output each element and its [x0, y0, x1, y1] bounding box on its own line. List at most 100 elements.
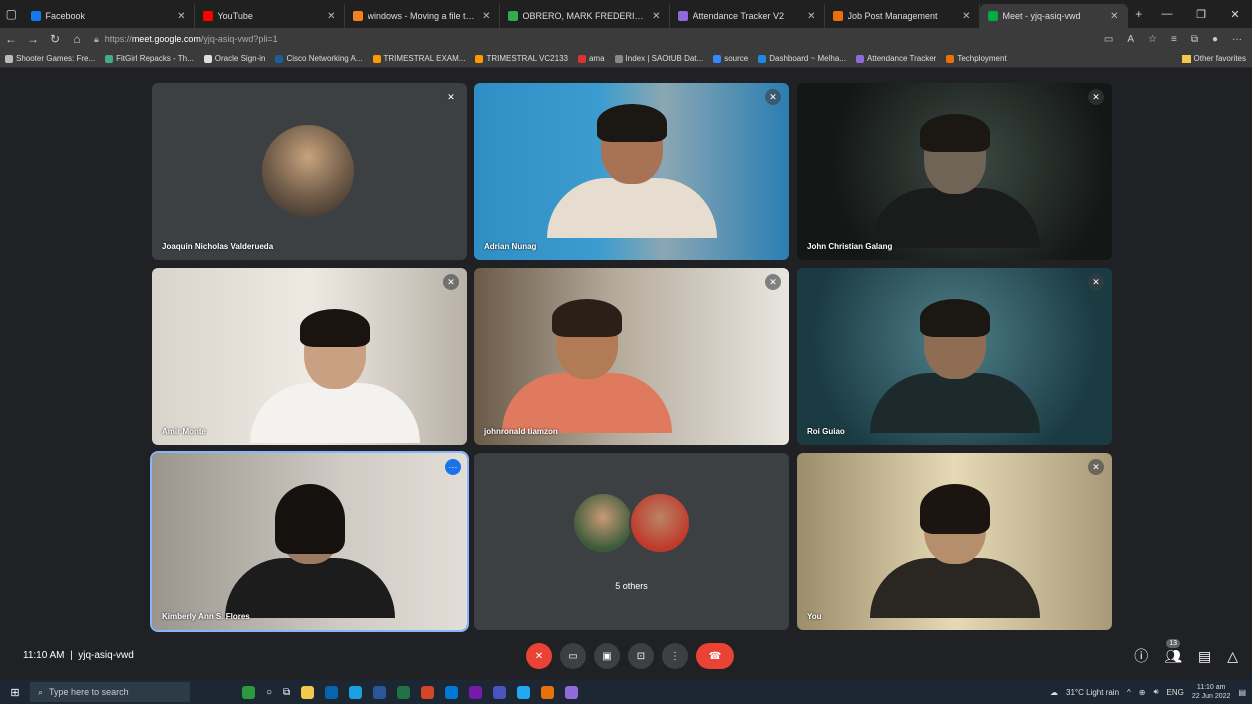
task-view-icon[interactable]: ⧉ — [283, 687, 290, 698]
onenote-icon[interactable] — [469, 685, 483, 699]
teams-icon[interactable] — [493, 685, 507, 699]
tab-drive[interactable]: OBRERO, MARK FREDERICK B. N ✕ — [500, 4, 670, 28]
restore-icon[interactable]: ❐ — [1184, 8, 1218, 21]
bookmark-label: Attendance Tracker — [866, 54, 937, 63]
close-icon[interactable]: ✕ — [482, 11, 490, 22]
participant-tile[interactable]: ✕ Adrian Nunag — [474, 83, 789, 260]
close-icon[interactable]: ✕ — [807, 11, 815, 22]
close-window-icon[interactable]: ✕ — [1218, 8, 1252, 21]
participant-tile[interactable]: ✕ johnronald tiamzon — [474, 268, 789, 445]
search-icon: ⌕ — [38, 686, 44, 697]
tab-label: Meet - yjq-asiq-vwd — [1002, 11, 1081, 21]
weather-text[interactable]: 31°C Light rain — [1066, 688, 1119, 697]
bookmark[interactable]: FitGirl Repacks - Th... — [100, 54, 199, 63]
close-icon[interactable]: ✕ — [177, 11, 185, 22]
edge-icon[interactable] — [349, 685, 363, 699]
bookmark[interactable]: ama — [573, 54, 610, 63]
profile-icon[interactable]: ● — [1212, 34, 1218, 45]
others-tile[interactable]: 5 others — [474, 453, 789, 630]
close-icon[interactable]: ✕ — [327, 11, 335, 22]
bookmark[interactable]: Oracle Sign-in — [199, 54, 271, 63]
favorites-list-icon[interactable]: ≡ — [1171, 34, 1177, 45]
present-button[interactable]: ⊡ — [628, 643, 654, 669]
bookmark[interactable]: Shooter Games: Fre... — [0, 54, 100, 63]
participant-tile[interactable]: ✕ John Christian Galang — [797, 83, 1112, 260]
participant-tile[interactable]: ✕ You — [797, 453, 1112, 630]
new-tab-icon[interactable]: + — [1128, 0, 1151, 28]
notifications-icon[interactable]: ▤ — [1238, 688, 1246, 697]
windows-start-icon[interactable]: ⊞ — [0, 686, 30, 699]
people-button[interactable]: 13 👥︎ — [1164, 638, 1182, 665]
captions-button[interactable]: ▣ — [594, 643, 620, 669]
other-favorites[interactable]: Other favorites — [1181, 54, 1252, 63]
tab-meet[interactable]: Meet - yjq-asiq-vwd ✕ — [979, 4, 1128, 28]
cortana-icon[interactable]: ○ — [266, 687, 272, 698]
tab-attendance[interactable]: Attendance Tracker V2 ✕ — [670, 4, 825, 28]
tab-facebook[interactable]: Facebook ✕ — [23, 4, 195, 28]
bookmark[interactable]: source — [708, 54, 753, 63]
mic-toggle-button[interactable]: ✕ — [526, 643, 552, 669]
windows-taskbar: ⊞ ⌕ Type here to search ○ ⧉ ☁ 31°C Light… — [0, 680, 1252, 704]
more-icon[interactable]: ··· — [1232, 34, 1242, 45]
bookmark[interactable]: Techployment — [941, 54, 1011, 63]
clock-time: 11:10 am — [1196, 684, 1226, 691]
app-icon[interactable] — [565, 685, 579, 699]
tab-actions-icon[interactable]: ▢ — [0, 0, 23, 28]
participant-name: johnronald tiamzon — [484, 427, 558, 436]
home-icon[interactable]: ⌂ — [66, 32, 88, 46]
forward-icon[interactable]: → — [22, 32, 44, 46]
favorite-icon[interactable]: ☆ — [1148, 34, 1157, 45]
refresh-icon[interactable]: ↻ — [44, 32, 66, 46]
participant-tile[interactable]: ✕ Joaquin Nicholas Valderueda — [152, 83, 467, 260]
read-aloud-icon[interactable]: A — [1127, 34, 1134, 45]
more-options-icon[interactable]: ··· — [445, 459, 461, 475]
camera-toggle-button[interactable]: ▭ — [560, 643, 586, 669]
bookmark-icon — [105, 54, 114, 63]
language-indicator[interactable]: ENG — [1167, 688, 1184, 697]
more-options-button[interactable]: ⋮ — [662, 643, 688, 669]
app-icon[interactable] — [541, 685, 555, 699]
vscode-icon[interactable] — [517, 685, 531, 699]
taskbar-clock[interactable]: 11:10 am 22 Jun 2022 — [1192, 683, 1231, 701]
app-icon[interactable] — [242, 685, 255, 699]
outlook-icon[interactable] — [445, 685, 459, 699]
camera-permission-icon[interactable]: ▭ — [1104, 34, 1113, 45]
bookmark[interactable]: TRIMESTRAL EXAM... — [368, 54, 471, 63]
close-icon[interactable]: ✕ — [962, 11, 970, 22]
meeting-time: 11:10 AM — [23, 650, 65, 661]
meeting-details-button[interactable]: ⓘ — [1134, 646, 1148, 666]
activities-button[interactable]: △ — [1227, 648, 1238, 665]
powerpoint-icon[interactable] — [421, 685, 435, 699]
close-icon[interactable]: ✕ — [1110, 11, 1118, 22]
leave-call-button[interactable]: ☎ — [696, 643, 734, 669]
bookmark[interactable]: Attendance Tracker — [851, 54, 941, 63]
bookmark[interactable]: Dashboard ~ Melha... — [753, 54, 851, 63]
participant-tile[interactable]: ··· Kimberly Ann S. Flores — [150, 451, 469, 632]
participant-tile[interactable]: ✕ Amir Monte — [152, 268, 467, 445]
network-icon[interactable]: ⊕ — [1139, 688, 1146, 697]
url-field[interactable]: 🔒︎ https://meet.google.com/yjq-asiq-vwd?… — [94, 34, 994, 45]
close-icon[interactable]: ✕ — [652, 11, 660, 22]
chevron-up-icon[interactable]: ^ — [1127, 688, 1131, 697]
bookmark[interactable]: TRIMESTRAL VC2133 — [470, 54, 573, 63]
collections-icon[interactable]: ⧉ — [1191, 34, 1198, 45]
chat-button[interactable]: ▤ — [1198, 648, 1211, 665]
bookmark[interactable]: Index | SAOtUB Dat... — [610, 54, 709, 63]
tab-job-post[interactable]: Job Post Management ✕ — [825, 4, 980, 28]
store-icon[interactable] — [325, 685, 339, 699]
bookmark[interactable]: Cisco Networking A... — [270, 54, 367, 63]
file-explorer-icon[interactable] — [301, 685, 315, 699]
bookmark-label: FitGirl Repacks - Th... — [116, 54, 194, 63]
excel-icon[interactable] — [397, 685, 411, 699]
minimize-icon[interactable]: — — [1150, 8, 1184, 20]
tab-stackoverflow[interactable]: windows - Moving a file to the F ✕ — [345, 4, 500, 28]
mic-off-icon: ✕ — [534, 650, 544, 662]
taskbar-search[interactable]: ⌕ Type here to search — [30, 682, 190, 702]
back-icon[interactable]: ← — [0, 32, 22, 46]
tab-youtube[interactable]: YouTube ✕ — [195, 4, 345, 28]
participant-tile[interactable]: ✕ Roi Guiao — [797, 268, 1112, 445]
word-icon[interactable] — [373, 685, 387, 699]
meet-control-bar: 11:10 AM | yjq-asiq-vwd ✕ ▭ ▣ ⊡ ⋮ ☎ ⓘ 13… — [0, 634, 1252, 680]
mic-off-icon: ✕ — [1088, 274, 1104, 290]
volume-icon[interactable]: 🔊︎ — [1154, 687, 1159, 697]
